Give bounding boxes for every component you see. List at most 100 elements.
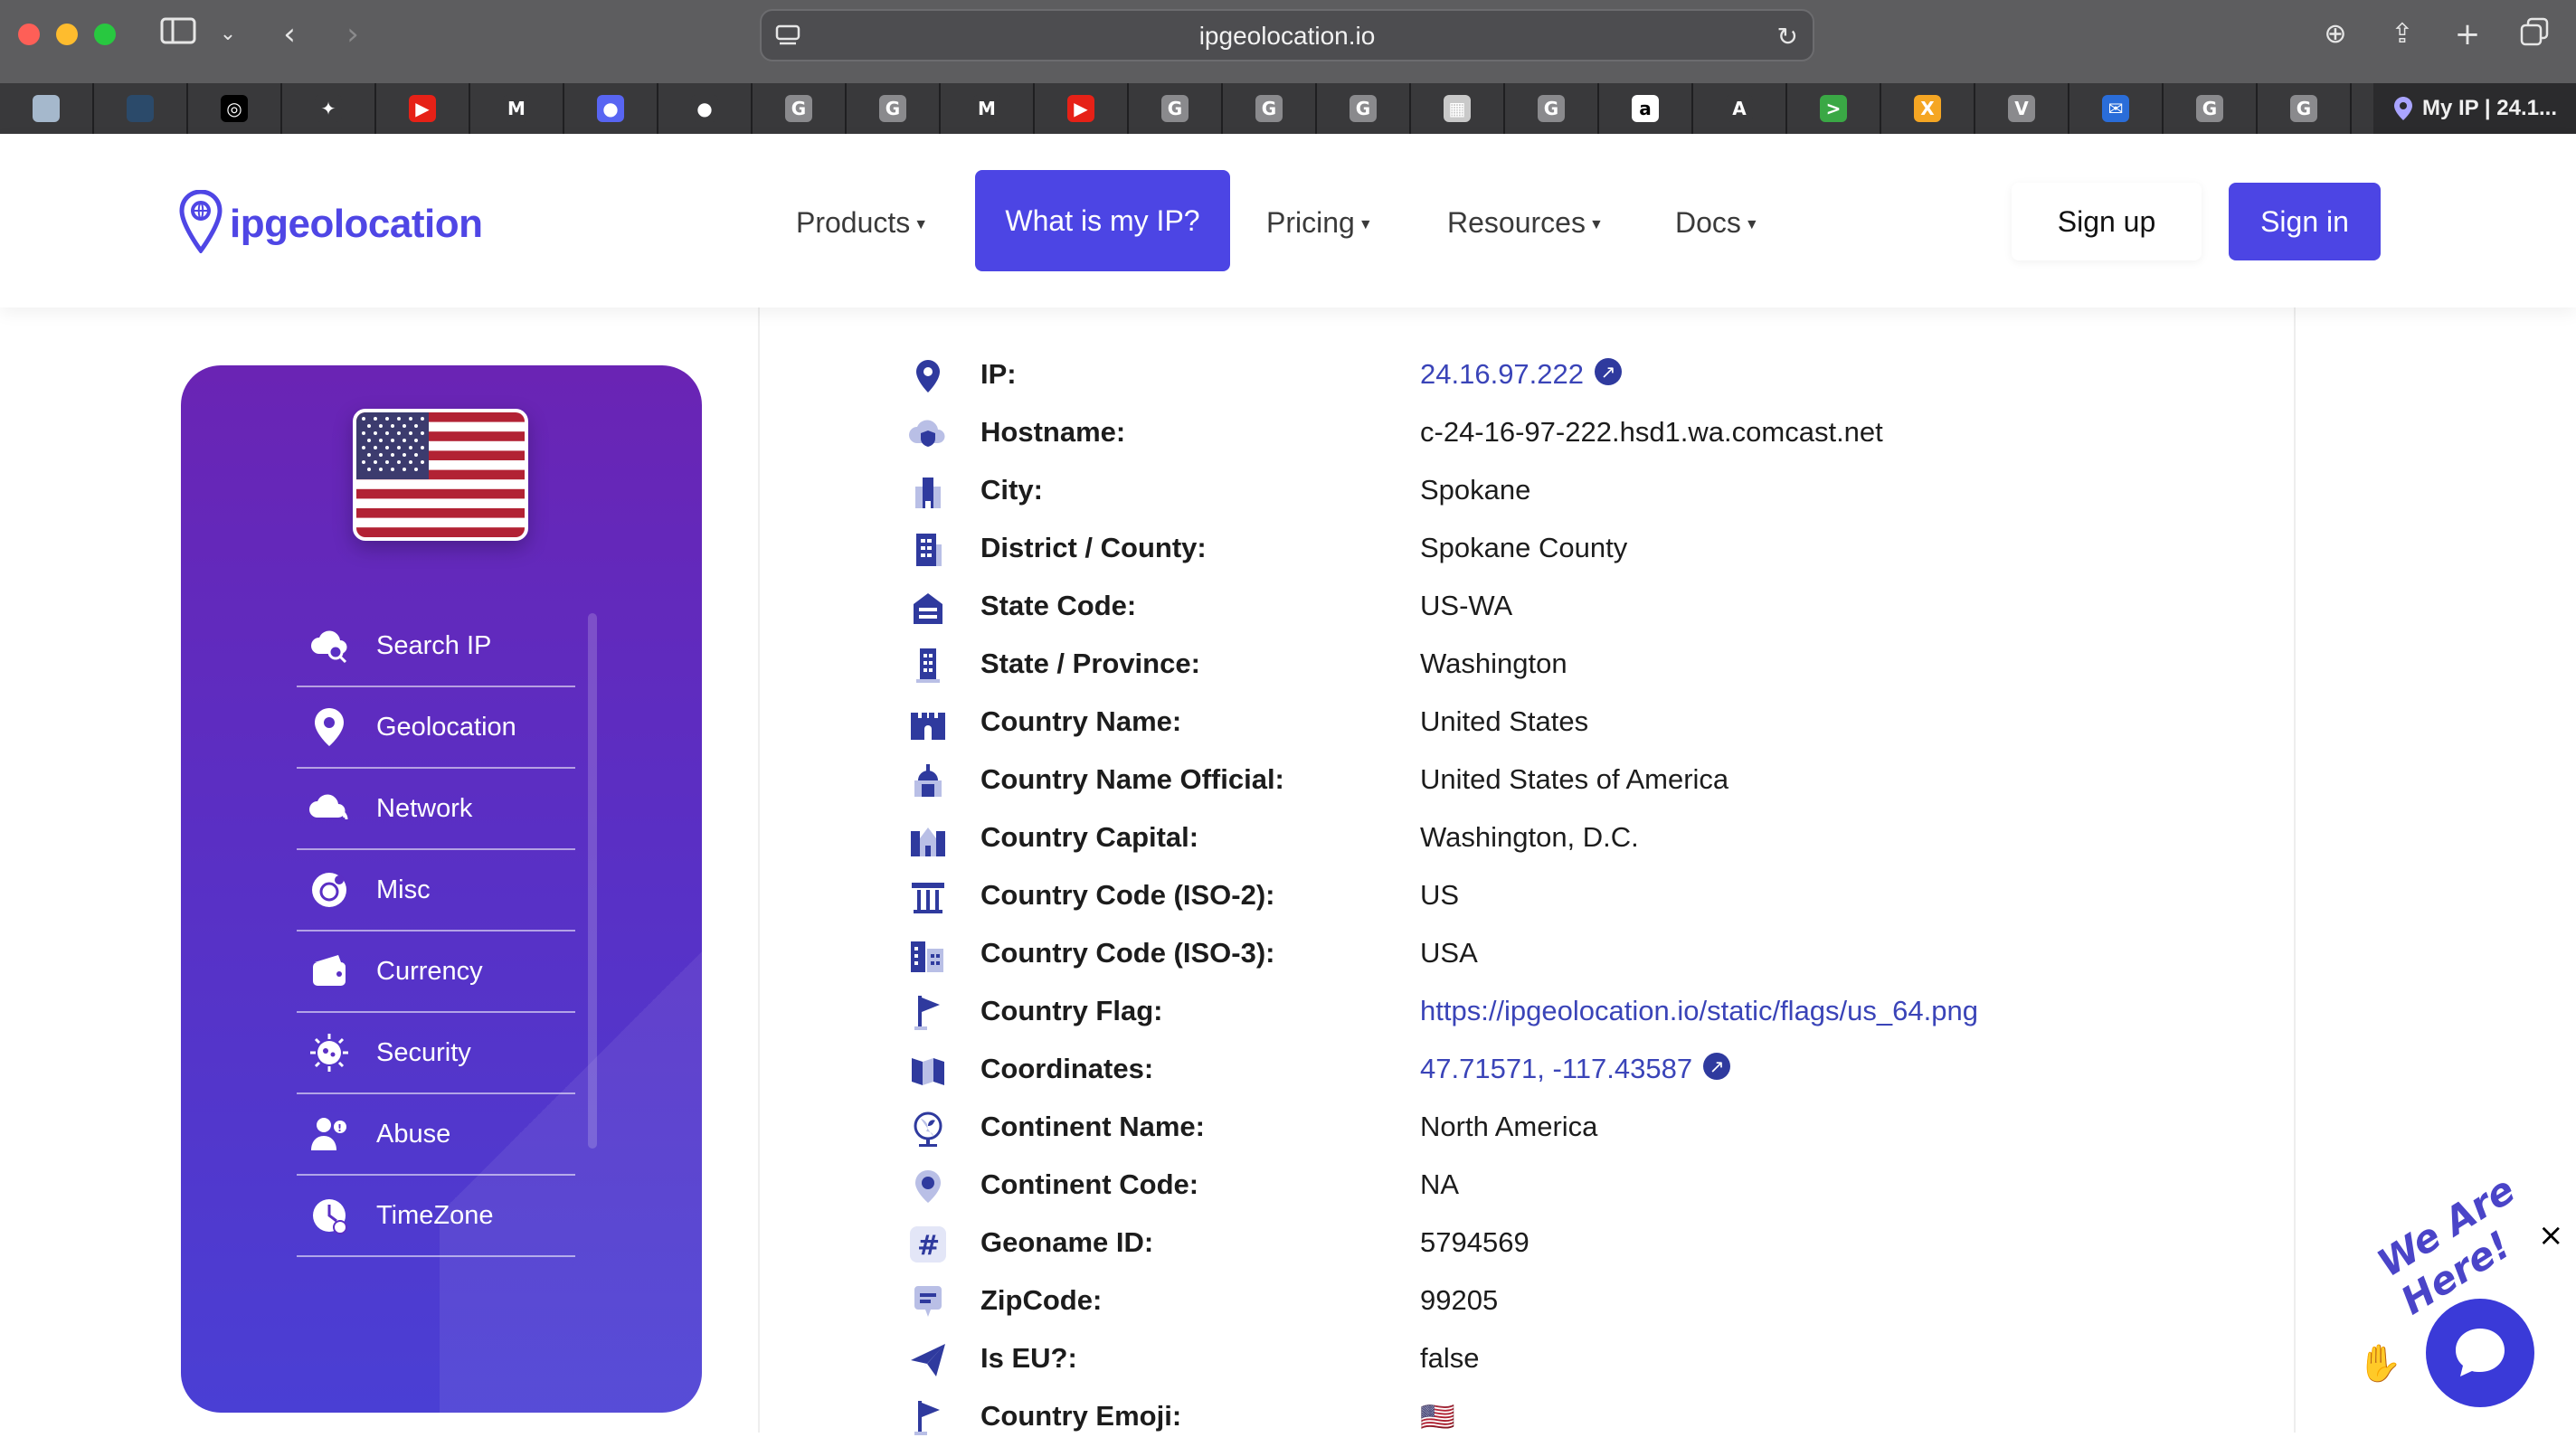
sidebar-item-timezone[interactable]: TimeZone <box>297 1176 575 1257</box>
location-icon <box>908 1167 948 1206</box>
browser-tab[interactable] <box>0 83 94 134</box>
detail-value: North America <box>1420 1111 1597 1143</box>
nav-products[interactable]: Products ▼ <box>796 206 928 240</box>
browser-tab[interactable]: V <box>1975 83 2069 134</box>
active-tab-title: My IP | 24.1... <box>2422 96 2558 120</box>
browser-tab[interactable]: G <box>1223 83 1317 134</box>
browser-tab[interactable]: G <box>1505 83 1599 134</box>
sidebar-item-label: Geolocation <box>376 712 516 742</box>
amazon-tab-icon: a <box>1632 95 1659 122</box>
close-window-button[interactable] <box>18 24 40 45</box>
back-button[interactable]: ‹ <box>271 16 308 52</box>
sidebar-scrollbar[interactable] <box>588 613 597 1149</box>
browser-tab[interactable]: ✉ <box>2069 83 2164 134</box>
external-link-icon[interactable]: ↗ <box>1703 1053 1731 1080</box>
detail-label: Country Emoji: <box>980 1400 1182 1432</box>
external-link-icon[interactable]: ↗ <box>1595 358 1623 385</box>
nav-pricing[interactable]: Pricing ▼ <box>1266 206 1373 240</box>
sidebar-item-network[interactable]: Network <box>297 769 575 850</box>
sidebar-item-search-ip[interactable]: Search IP <box>297 606 575 687</box>
sidebar-item-geolocation[interactable]: Geolocation <box>297 687 575 769</box>
logo-pin-icon <box>179 189 223 258</box>
browser-tab[interactable]: A <box>1693 83 1787 134</box>
google-tab-icon: G <box>1255 95 1283 122</box>
sidebar-item-label: Currency <box>376 956 483 986</box>
wallet-icon <box>308 950 351 993</box>
browser-tab[interactable]: G <box>2164 83 2258 134</box>
browser-tab[interactable]: M <box>470 83 564 134</box>
youtube-tab-icon: ▶ <box>1067 95 1094 122</box>
forward-button[interactable]: › <box>335 16 371 52</box>
browser-tab[interactable]: M <box>941 83 1035 134</box>
chevron-down-icon[interactable]: ⌄ <box>210 16 246 52</box>
nav-docs[interactable]: Docs ▼ <box>1675 206 1759 240</box>
openai-tab-icon: ◎ <box>221 95 248 122</box>
zoom-window-button[interactable] <box>94 24 116 45</box>
detail-row: Continent Name: North America <box>760 1100 2297 1158</box>
logo[interactable]: ipgeolocation <box>179 189 483 258</box>
sidebar-toggle-icon[interactable] <box>157 16 199 52</box>
detail-label: Country Flag: <box>980 995 1163 1026</box>
detail-label: Geoname ID: <box>980 1226 1154 1258</box>
chat-button[interactable] <box>2426 1299 2534 1407</box>
browser-tab[interactable]: G <box>1129 83 1223 134</box>
cloud-search-icon <box>308 624 351 667</box>
sidebar-item-misc[interactable]: Misc <box>297 850 575 932</box>
detail-label: State Code: <box>980 590 1137 621</box>
detail-row: # Geoname ID: 5794569 <box>760 1215 2297 1273</box>
browser-tab[interactable]: X <box>1881 83 1975 134</box>
nav-what-is-my-ip[interactable]: What is my IP? <box>975 170 1230 271</box>
browser-tab[interactable]: G <box>753 83 847 134</box>
detail-value-text: US <box>1420 879 1460 911</box>
detail-label: State / Province: <box>980 648 1200 679</box>
sign-up-button[interactable]: Sign up <box>2012 183 2202 260</box>
detail-value-text: 47.71571, -117.43587 <box>1420 1053 1693 1084</box>
browser-tab[interactable]: ● <box>564 83 658 134</box>
chat-bubble-icon <box>2456 1329 2505 1376</box>
browser-tab[interactable]: ▦ <box>1411 83 1505 134</box>
sign-in-button[interactable]: Sign in <box>2229 183 2381 260</box>
browser-tab[interactable]: ● <box>658 83 753 134</box>
browser-tab[interactable]: a <box>1599 83 1693 134</box>
sidebar-item-security[interactable]: Security <box>297 1013 575 1094</box>
browser-tab[interactable]: ✦ <box>282 83 376 134</box>
new-tab-icon[interactable]: + <box>2448 16 2487 52</box>
detail-label: Country Code (ISO-3): <box>980 937 1275 969</box>
caret-down-icon: ▼ <box>1358 216 1373 232</box>
browser-toolbar: ⌄ ‹ › ipgeolocation.io ↻ ⊕ ⇪ + <box>0 0 2576 83</box>
sidebar-item-currency[interactable]: Currency <box>297 932 575 1013</box>
noc-tab-icon <box>33 95 60 122</box>
reload-icon[interactable]: ↻ <box>1777 22 1798 52</box>
download-icon[interactable]: ⊕ <box>2316 16 2355 52</box>
sidebar-item-more[interactable] <box>297 1257 575 1272</box>
detail-row: Hostname: c-24-16-97-222.hsd1.wa.comcast.… <box>760 405 2297 463</box>
capital-icon <box>908 819 948 859</box>
detail-label: Country Name: <box>980 705 1182 737</box>
city-icon <box>908 472 948 512</box>
active-tab[interactable]: My IP | 24.1... <box>2373 83 2576 134</box>
detail-row: Country Flag: https://ipgeolocation.io/st… <box>760 984 2297 1042</box>
browser-tab[interactable]: G <box>847 83 941 134</box>
browser-tab[interactable]: ◎ <box>188 83 282 134</box>
browser-tab[interactable]: G <box>1317 83 1411 134</box>
tower-icon <box>908 646 948 686</box>
detail-value-link[interactable]: 24.16.97.222 ↗ <box>1420 358 1623 391</box>
browser-tab[interactable] <box>94 83 188 134</box>
detail-value: Washington <box>1420 648 1567 680</box>
minimize-window-button[interactable] <box>56 24 78 45</box>
sidebar-item-abuse[interactable]: ! Abuse <box>297 1094 575 1176</box>
address-bar[interactable]: ipgeolocation.io ↻ <box>760 9 1814 61</box>
nav-resources[interactable]: Resources ▼ <box>1447 206 1604 240</box>
detail-value-text: 5794569 <box>1420 1226 1530 1258</box>
browser-tab[interactable]: > <box>1787 83 1881 134</box>
share-icon[interactable]: ⇪ <box>2382 16 2422 52</box>
browser-tab[interactable]: G <box>2258 83 2352 134</box>
logo-text: ipgeolocation <box>230 201 483 246</box>
detail-value-text: United States <box>1420 705 1589 737</box>
browser-tab[interactable]: ▶ <box>1035 83 1129 134</box>
detail-value-link[interactable]: https://ipgeolocation.io/static/flags/us… <box>1420 995 1978 1027</box>
browser-tab[interactable]: ▶ <box>376 83 470 134</box>
sidebar-item-label: Security <box>376 1037 471 1067</box>
tab-overview-icon[interactable] <box>2514 16 2554 52</box>
detail-value-link[interactable]: 47.71571, -117.43587 ↗ <box>1420 1053 1731 1085</box>
